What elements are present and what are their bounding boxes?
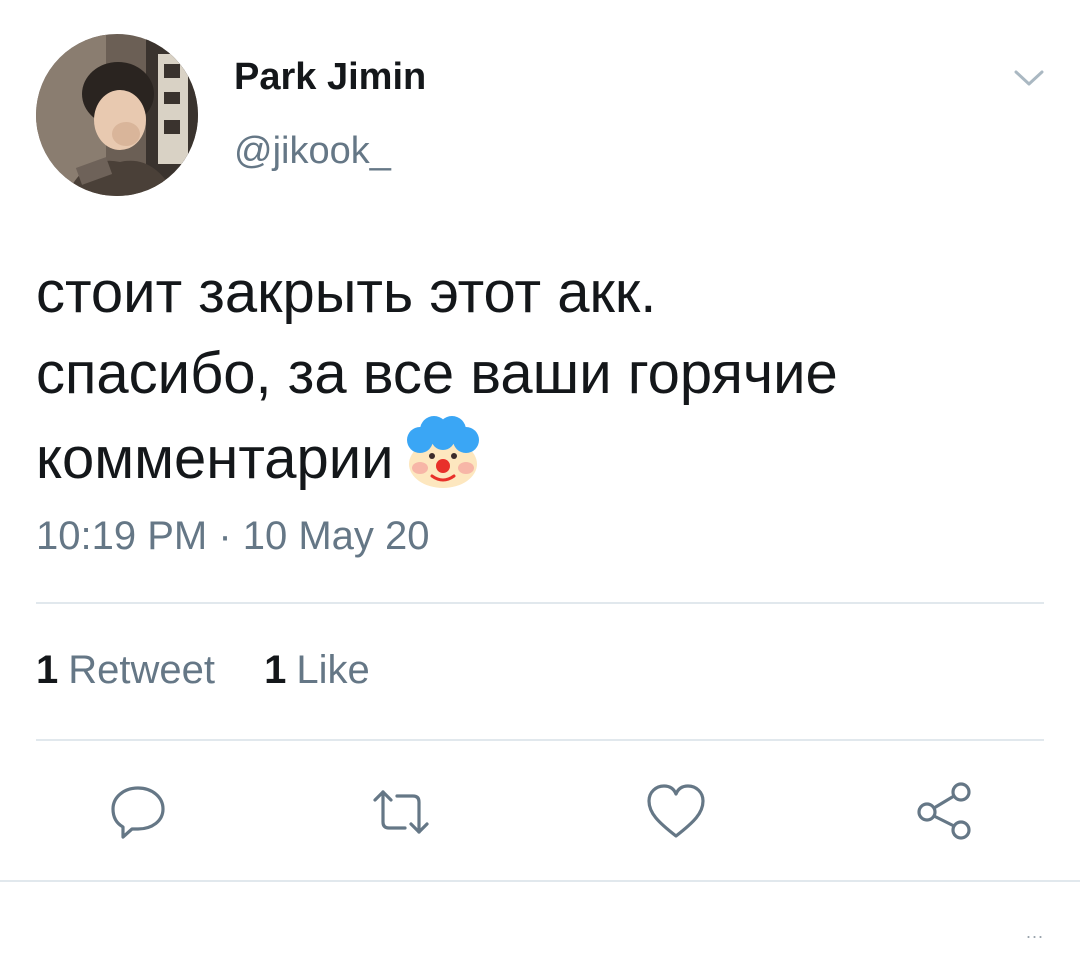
tweet-detail: Park Jimin @jikook_ стоит закрыть этот а… [0,0,1080,960]
tweet-timestamp[interactable]: 10:19 PM · 10 May 20 [36,514,430,559]
reply-icon [111,786,165,839]
clown-face-icon [404,414,482,513]
retweet-stat[interactable]: 1 Retweet [36,648,215,693]
retweet-icon [373,790,429,834]
tweet-text-line-with-emoji: комментарии [36,414,1046,513]
author-display-name[interactable]: Park Jimin [234,56,426,99]
tweet-text: стоит закрыть этот акк. спасибо, за все … [36,252,1046,513]
tweet-stats: 1 Retweet 1 Like [36,648,370,693]
retweet-button[interactable] [369,780,433,844]
retweet-count: 1 [36,648,59,692]
tweet-text-line: комментарии [36,426,394,491]
tweet-text-line: стоит закрыть этот акк. [36,260,657,325]
like-stat[interactable]: 1 Like [264,648,370,693]
tweet-text-line: спасибо, за все ваши горячие [36,341,838,406]
avatar[interactable] [36,34,198,196]
retweet-label: Retweet [68,648,215,692]
divider [36,602,1044,604]
divider [36,739,1044,741]
divider [0,880,1080,882]
avatar-image [36,34,198,196]
share-icon [917,782,971,840]
like-label: Like [296,648,370,692]
like-button[interactable] [644,780,708,844]
chevron-down-icon[interactable] [1008,62,1050,92]
like-count: 1 [264,648,287,692]
overflow-indicator: ... [1026,922,1045,942]
author-handle[interactable]: @jikook_ [234,130,391,173]
heart-icon [647,784,705,838]
share-button[interactable] [913,780,977,844]
reply-button[interactable] [106,780,170,844]
